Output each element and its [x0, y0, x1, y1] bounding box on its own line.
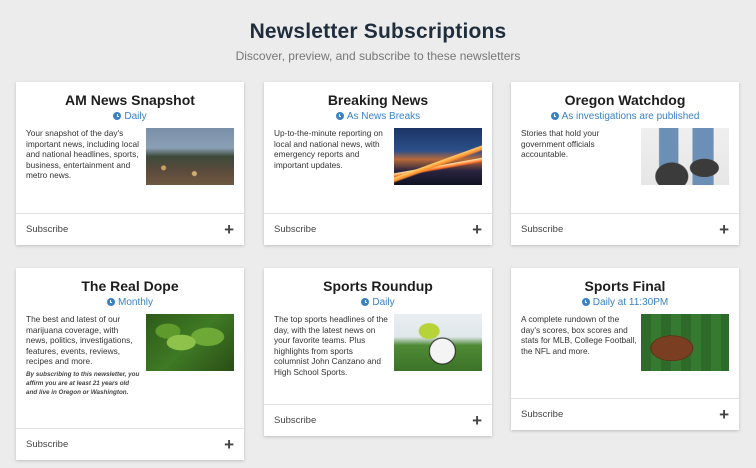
soccer-ball-image [394, 314, 482, 371]
newsletter-grid: AM News Snapshot Daily Your snapshot of … [0, 0, 756, 468]
card-description: Your snapshot of the day's important new… [26, 128, 139, 181]
plus-icon[interactable]: + [472, 412, 482, 429]
clock-icon [335, 112, 344, 120]
subscribe-bar[interactable]: Subscribe + [511, 398, 739, 430]
card-frequency: As investigations are published [511, 111, 739, 122]
subscribe-label[interactable]: Subscribe [26, 439, 68, 450]
newsletter-card-sports-final: Sports Final Daily at 11:30PM A complete… [511, 268, 739, 430]
frequency-label: Daily [372, 297, 395, 308]
card-title: Sports Roundup [323, 278, 433, 294]
newsletter-card-the-real-dope: The Real Dope Monthly The best and lates… [16, 268, 244, 460]
subscribe-label[interactable]: Subscribe [274, 415, 316, 426]
card-frequency: Daily [264, 297, 492, 308]
highway-night-image [394, 128, 482, 185]
subscribe-bar[interactable]: Subscribe + [511, 213, 739, 245]
card-description: Up-to-the-minute reporting on local and … [274, 128, 383, 170]
card-title: AM News Snapshot [65, 92, 195, 108]
football-image [641, 314, 729, 371]
card-title: Sports Final [584, 278, 666, 294]
plus-icon[interactable]: + [224, 436, 234, 453]
cannabis-leaf-image [146, 314, 234, 371]
subscribe-bar[interactable]: Subscribe + [16, 428, 244, 460]
card-description: Stories that hold your government offici… [521, 128, 600, 160]
card-description: The best and latest of our marijuana cov… [26, 314, 133, 367]
newsletter-card-am-news-snapshot: AM News Snapshot Daily Your snapshot of … [16, 82, 244, 245]
card-frequency: Daily at 11:30PM [511, 297, 739, 308]
card-frequency: Daily [16, 111, 244, 122]
newsletter-card-sports-roundup: Sports Roundup Daily The top sports head… [264, 268, 492, 436]
frequency-label: Daily at 11:30PM [592, 297, 669, 308]
subscribe-label[interactable]: Subscribe [26, 224, 68, 235]
age-disclaimer: By subscribing to this newsletter, you a… [26, 370, 140, 396]
plus-icon[interactable]: + [719, 221, 729, 238]
card-title: The Real Dope [81, 278, 179, 294]
subscribe-bar[interactable]: Subscribe + [264, 213, 492, 245]
subscribe-label[interactable]: Subscribe [521, 409, 563, 420]
newsletter-card-breaking-news: Breaking News As News Breaks Up-to-the-m… [264, 82, 492, 245]
city-skyline-image [146, 128, 234, 185]
clock-icon [550, 112, 559, 120]
newsletter-card-oregon-watchdog: Oregon Watchdog As investigations are pu… [511, 82, 739, 245]
clock-icon [581, 298, 590, 306]
subscribe-label[interactable]: Subscribe [521, 224, 563, 235]
subscribe-bar[interactable]: Subscribe + [16, 213, 244, 245]
subscribe-label[interactable]: Subscribe [274, 224, 316, 235]
subscribe-bar[interactable]: Subscribe + [264, 404, 492, 436]
clock-icon [113, 112, 122, 120]
clock-icon [361, 298, 370, 306]
frequency-label: As News Breaks [346, 111, 421, 122]
card-description-block: The best and latest of our marijuana cov… [26, 314, 146, 397]
frequency-label: Daily [124, 111, 147, 122]
card-frequency: Monthly [16, 297, 244, 308]
frequency-label: Monthly [117, 297, 153, 308]
plus-icon[interactable]: + [224, 221, 234, 238]
card-description: A complete rundown of the day's scores, … [521, 314, 637, 356]
card-title: Oregon Watchdog [564, 92, 686, 108]
card-description: The top sports headlines of the day, wit… [274, 314, 388, 377]
clock-icon [106, 298, 115, 306]
card-title: Breaking News [327, 92, 429, 108]
shoes-image [641, 128, 729, 185]
card-frequency: As News Breaks [264, 111, 492, 122]
frequency-label: As investigations are published [561, 111, 700, 122]
plus-icon[interactable]: + [472, 221, 482, 238]
plus-icon[interactable]: + [719, 406, 729, 423]
